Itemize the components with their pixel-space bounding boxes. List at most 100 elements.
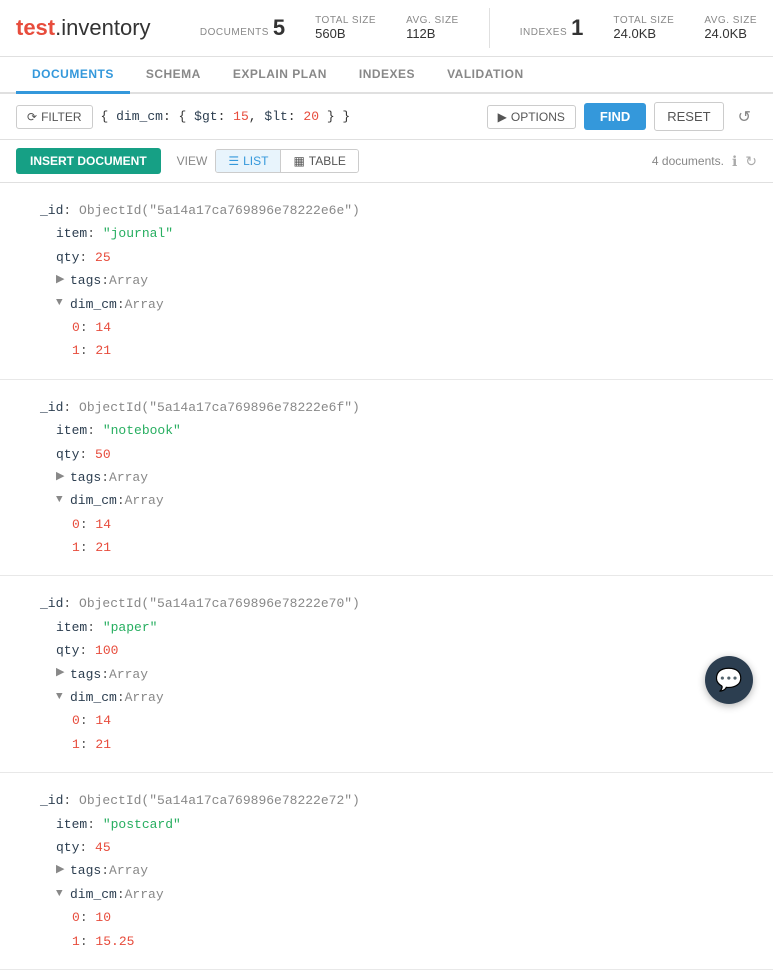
documents-list: _id: ObjectId("5a14a17ca769896e78222e6e"…: [0, 183, 773, 970]
filter-bar: ⟳ FILTER { dim_cm: { $gt: 15, $lt: 20 } …: [0, 94, 773, 140]
filter-icon: ⟳: [27, 110, 37, 124]
filter-gt-val: 15: [233, 109, 249, 124]
filter-gt-key: $gt: [194, 109, 217, 124]
field-qty-4: qty: 45: [56, 836, 757, 859]
view-toggle: ☰ LIST ▦ TABLE: [215, 149, 359, 173]
options-label: OPTIONS: [511, 110, 565, 124]
field-item-3: item: "paper": [56, 616, 757, 639]
filter-query[interactable]: { dim_cm: { $gt: 15, $lt: 20 } }: [101, 109, 479, 124]
table-row: _id: ObjectId("5a14a17ca769896e78222e6f"…: [0, 380, 773, 577]
expand-tags-arrow[interactable]: ▶: [56, 271, 68, 291]
expand-dimcm-arrow-4[interactable]: ▼: [56, 885, 68, 905]
field-tags: ▶ tags: Array: [56, 269, 757, 292]
indexes-avg-size: 24.0KB: [704, 26, 747, 41]
documents-label: DOCUMENTS: [200, 27, 269, 38]
field-item-4: item: "postcard": [56, 813, 757, 836]
field-qty-2: qty: 50: [56, 443, 757, 466]
tab-explain-plan[interactable]: EXPLAIN PLAN: [217, 57, 343, 94]
expand-dimcm-arrow-3[interactable]: ▼: [56, 688, 68, 708]
filter-gt-colon: :: [218, 109, 234, 124]
field-id: _id: ObjectId("5a14a17ca769896e78222e6e"…: [40, 199, 757, 222]
tab-indexes[interactable]: INDEXES: [343, 57, 431, 94]
expand-tags-arrow-2[interactable]: ▶: [56, 468, 68, 488]
filter-open-brace: {: [101, 109, 117, 124]
logo-test: test: [16, 15, 55, 40]
filter-comma: ,: [249, 109, 265, 124]
field-tags-4: ▶ tags: Array: [56, 859, 757, 882]
expand-tags-arrow-3[interactable]: ▶: [56, 664, 68, 684]
filter-close: } }: [319, 109, 350, 124]
filter-colon: : {: [163, 109, 194, 124]
field-dimcm-4-0: 0: 10: [72, 906, 757, 929]
refresh-icon[interactable]: ↻: [745, 153, 757, 170]
indexes-label: INDEXES: [520, 27, 567, 38]
filter-key: dim_cm: [116, 109, 163, 124]
indexes-avg-stat: AVG. SIZE 24.0KB: [704, 15, 757, 41]
list-icon: ☰: [228, 154, 239, 168]
document-count: 4 documents.: [652, 154, 724, 168]
avg-size-label-docs: AVG. SIZE: [406, 15, 459, 26]
stat-divider: [489, 8, 490, 48]
expand-tags-arrow-4[interactable]: ▶: [56, 861, 68, 881]
tab-documents[interactable]: DOCUMENTS: [16, 57, 130, 94]
chat-icon: 💬: [715, 667, 742, 693]
field-qty: qty: 25: [56, 246, 757, 269]
list-view-button[interactable]: ☰ LIST: [216, 150, 281, 172]
documents-avg-size: 112B: [406, 26, 435, 41]
header-stats: DOCUMENTS 5 TOTAL SIZE 560B AVG. SIZE 11…: [200, 8, 757, 48]
documents-stat: DOCUMENTS 5: [200, 15, 285, 41]
tabs-bar: DOCUMENTS SCHEMA EXPLAIN PLAN INDEXES VA…: [0, 57, 773, 94]
table-icon: ▦: [293, 154, 304, 168]
table-label: TABLE: [309, 154, 346, 168]
field-dimcm-3-0: 0: 14: [72, 709, 757, 732]
list-label: LIST: [243, 154, 268, 168]
total-size-label: TOTAL SIZE: [315, 15, 376, 26]
total-size-label-idx: TOTAL SIZE: [613, 15, 674, 26]
find-button[interactable]: FIND: [584, 103, 646, 130]
triangle-icon: ▶: [498, 110, 507, 124]
field-dimcm-2-1: 1: 21: [72, 536, 757, 559]
field-tags-3: ▶ tags: Array: [56, 663, 757, 686]
documents-avg-stat: AVG. SIZE 112B: [406, 15, 459, 41]
app-logo[interactable]: test.inventory: [16, 15, 151, 41]
field-item-2: item: "notebook": [56, 419, 757, 442]
field-dimcm: ▼ dim_cm: Array: [56, 293, 757, 316]
field-dimcm-2-0: 0: 14: [72, 513, 757, 536]
tab-schema[interactable]: SCHEMA: [130, 57, 217, 94]
table-row: _id: ObjectId("5a14a17ca769896e78222e72"…: [0, 773, 773, 970]
table-view-button[interactable]: ▦ TABLE: [281, 150, 357, 172]
field-qty-3: qty: 100: [56, 639, 757, 662]
expand-dimcm-arrow[interactable]: ▼: [56, 294, 68, 314]
history-button[interactable]: ↺: [732, 105, 757, 129]
options-button[interactable]: ▶ OPTIONS: [487, 105, 576, 129]
filter-lt-val: 20: [303, 109, 319, 124]
logo-inventory: inventory: [61, 15, 150, 40]
field-dimcm-4-1: 1: 15.25: [72, 930, 757, 953]
avg-size-label-idx: AVG. SIZE: [704, 15, 757, 26]
field-dimcm-1: 1: 21: [72, 339, 757, 362]
info-icon[interactable]: ℹ: [732, 153, 737, 170]
reset-button[interactable]: RESET: [654, 102, 723, 131]
field-dimcm-4: ▼ dim_cm: Array: [56, 883, 757, 906]
field-dimcm-2: ▼ dim_cm: Array: [56, 489, 757, 512]
table-row: _id: ObjectId("5a14a17ca769896e78222e6e"…: [0, 183, 773, 380]
documents-size-stats: TOTAL SIZE 560B: [315, 15, 376, 41]
field-id-2: _id: ObjectId("5a14a17ca769896e78222e6f"…: [40, 396, 757, 419]
field-id-4: _id: ObjectId("5a14a17ca769896e78222e72"…: [40, 789, 757, 812]
chat-bubble[interactable]: 💬: [705, 656, 753, 704]
insert-document-button[interactable]: INSERT DOCUMENT: [16, 148, 161, 174]
indexes-size-stat: TOTAL SIZE 24.0KB: [613, 15, 674, 41]
filter-lt-key: $lt: [264, 109, 287, 124]
indexes-total-size: 24.0KB: [613, 26, 656, 41]
tab-validation[interactable]: VALIDATION: [431, 57, 540, 94]
field-id-3: _id: ObjectId("5a14a17ca769896e78222e70"…: [40, 592, 757, 615]
action-bar: INSERT DOCUMENT VIEW ☰ LIST ▦ TABLE 4 do…: [0, 140, 773, 183]
expand-dimcm-arrow-2[interactable]: ▼: [56, 491, 68, 511]
field-dimcm-3-1: 1: 21: [72, 733, 757, 756]
table-row: _id: ObjectId("5a14a17ca769896e78222e70"…: [0, 576, 773, 773]
filter-button[interactable]: ⟳ FILTER: [16, 105, 93, 129]
field-dimcm-0: 0: 14: [72, 316, 757, 339]
field-item: item: "journal": [56, 222, 757, 245]
filter-label: FILTER: [41, 110, 81, 124]
indexes-stat: INDEXES 1: [520, 15, 584, 41]
